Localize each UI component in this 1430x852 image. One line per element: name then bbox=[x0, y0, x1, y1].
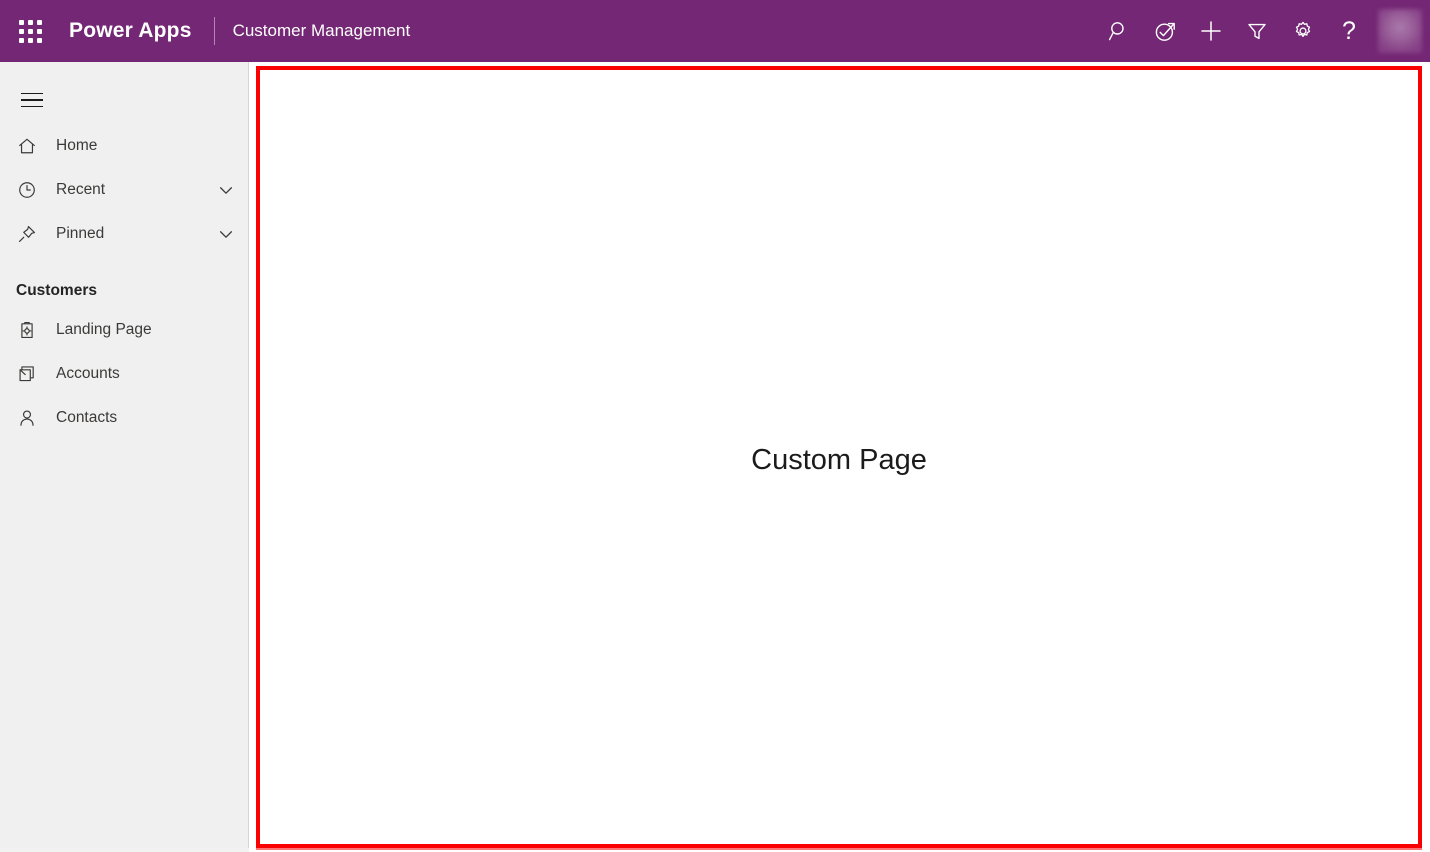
clipboard-gear-icon bbox=[16, 319, 38, 341]
search-button[interactable] bbox=[1096, 0, 1142, 62]
home-icon bbox=[16, 135, 38, 157]
top-command-icons: ? bbox=[1096, 0, 1430, 62]
sidebar-group-title: Customers bbox=[16, 282, 248, 300]
sidebar-item-pinned-label: Pinned bbox=[56, 225, 104, 243]
sitemap-toggle-button[interactable] bbox=[8, 76, 56, 124]
brand-title[interactable]: Power Apps bbox=[69, 19, 192, 43]
bottom-edge-highlight bbox=[256, 848, 1422, 850]
bottom-edge-strip bbox=[0, 848, 1430, 852]
new-record-button[interactable] bbox=[1188, 0, 1234, 62]
pin-icon bbox=[16, 223, 38, 245]
sidebar-item-landing-page-label: Landing Page bbox=[56, 321, 152, 339]
custom-page-region[interactable]: Custom Page bbox=[256, 66, 1422, 848]
power-apps-window: Power Apps Customer Management bbox=[0, 0, 1430, 852]
sidebar-item-recent-label: Recent bbox=[56, 181, 105, 199]
hamburger-icon-line-3 bbox=[21, 106, 43, 108]
chevron-down-icon[interactable] bbox=[216, 180, 236, 200]
sidebar-item-pinned[interactable]: Pinned bbox=[0, 212, 248, 256]
search-icon bbox=[1108, 20, 1130, 42]
sidebar-item-contacts-label: Contacts bbox=[56, 409, 117, 427]
help-icon: ? bbox=[1342, 19, 1356, 44]
sidebar-item-recent[interactable]: Recent bbox=[0, 168, 248, 212]
filter-button[interactable] bbox=[1234, 0, 1280, 62]
person-icon bbox=[16, 407, 38, 429]
assistant-button[interactable] bbox=[1142, 0, 1188, 62]
hamburger-icon-line bbox=[21, 93, 43, 95]
accounts-card-icon bbox=[16, 363, 38, 385]
top-command-bar: Power Apps Customer Management bbox=[0, 0, 1430, 62]
sidebar-item-home-label: Home bbox=[56, 137, 97, 155]
waffle-icon bbox=[19, 20, 42, 43]
assistant-icon bbox=[1154, 20, 1177, 43]
page-title: Custom Page bbox=[260, 444, 1418, 477]
sidebar-item-landing-page[interactable]: Landing Page bbox=[0, 308, 248, 352]
hamburger-icon bbox=[21, 99, 43, 101]
sidebar-item-home[interactable]: Home bbox=[0, 124, 248, 168]
main-content: Custom Page bbox=[250, 62, 1430, 852]
sidebar-item-accounts-label: Accounts bbox=[56, 365, 120, 383]
sidebar-item-accounts[interactable]: Accounts bbox=[0, 352, 248, 396]
settings-button[interactable] bbox=[1280, 0, 1326, 62]
brand-separator bbox=[214, 17, 215, 45]
sidebar-item-contacts[interactable]: Contacts bbox=[0, 396, 248, 440]
gear-icon bbox=[1292, 20, 1314, 42]
app-launcher-button[interactable] bbox=[0, 0, 60, 62]
avatar[interactable] bbox=[1378, 9, 1422, 53]
sidebar: Home Recent Pin bbox=[0, 62, 249, 852]
help-button[interactable]: ? bbox=[1326, 0, 1372, 62]
app-name-title[interactable]: Customer Management bbox=[233, 21, 411, 41]
filter-icon bbox=[1246, 20, 1268, 42]
bottom-edge-sidebar bbox=[0, 848, 249, 852]
chevron-down-icon-pinned[interactable] bbox=[216, 224, 236, 244]
plus-icon bbox=[1199, 19, 1223, 43]
clock-icon bbox=[16, 179, 38, 201]
